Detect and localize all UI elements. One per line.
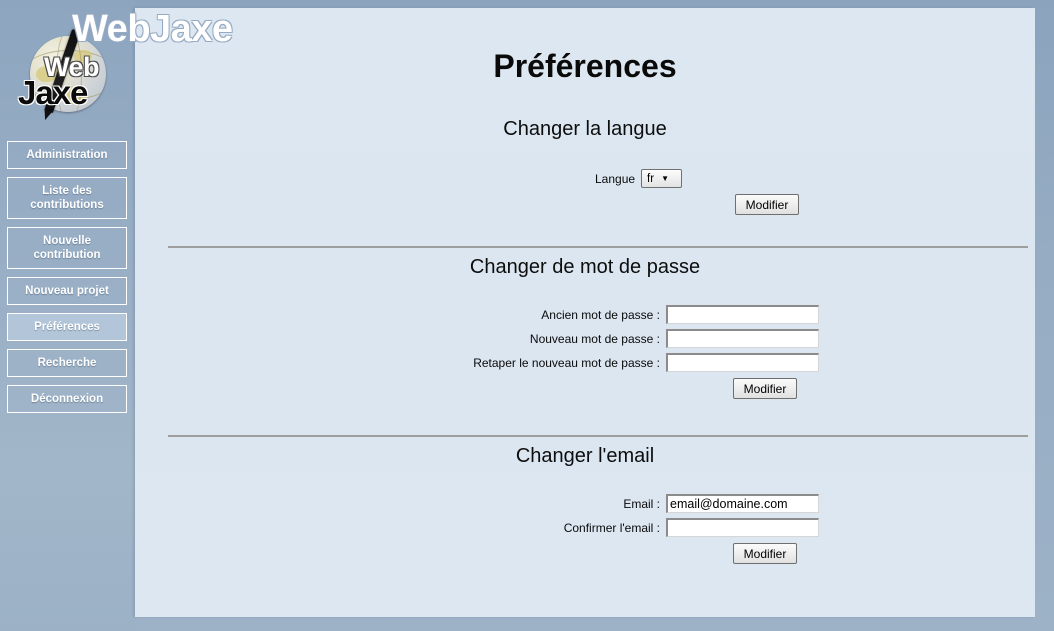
sidebar-item-deconnexion[interactable]: Déconnexion [7,385,127,413]
language-label: Langue [595,172,641,186]
content-panel: Préférences Changer la langue Langue fr … [135,8,1035,617]
email-row: Email : [135,494,1035,513]
language-submit-row: Modifier [135,194,1035,215]
new-password-row: Nouveau mot de passe : [135,329,1035,348]
divider-1 [168,246,1028,248]
application-frame: Web Jaxe Administration Liste des contri… [0,0,1054,631]
sidebar-item-nouveau-projet[interactable]: Nouveau projet [7,277,127,305]
sidebar-item-preferences[interactable]: Préférences [7,313,127,341]
sidebar-item-administration[interactable]: Administration [7,141,127,169]
confirm-email-field[interactable] [666,518,819,537]
sidebar-nav: Administration Liste des contributions N… [7,141,127,421]
logo-word-jaxe: Jaxe [18,74,87,112]
email-submit-row: Modifier [135,543,1035,564]
email-label: Email : [135,497,666,511]
section-changer-mot-de-passe: Changer de mot de passe Ancien mot de pa… [135,256,1035,399]
new-password-label: Nouveau mot de passe : [135,332,666,346]
sidebar-item-recherche[interactable]: Recherche [7,349,127,377]
repeat-password-field[interactable] [666,353,819,372]
old-password-label: Ancien mot de passe : [135,308,666,322]
sidebar-item-nouvelle-contribution[interactable]: Nouvelle contribution [7,227,127,269]
page-title: Préférences [135,48,1035,85]
new-password-field[interactable] [666,329,819,348]
language-select[interactable]: fr ▼ [641,169,682,188]
email-field[interactable] [666,494,819,513]
language-select-value: fr [647,173,654,185]
confirm-email-row: Confirmer l'email : [135,518,1035,537]
old-password-row: Ancien mot de passe : [135,305,1035,324]
modifier-password-button[interactable]: Modifier [733,378,797,399]
section-heading-langue: Changer la langue [135,118,1035,141]
repeat-password-label: Retaper le nouveau mot de passe : [135,356,666,370]
section-changer-la-langue: Changer la langue Langue fr ▼ Modifier [135,118,1035,215]
confirm-email-label: Confirmer l'email : [135,521,666,535]
app-title: WebJaxe [72,8,233,51]
sidebar: Web Jaxe Administration Liste des contri… [0,0,135,631]
section-heading-mot-de-passe: Changer de mot de passe [135,256,1035,279]
section-heading-email: Changer l'email [135,445,1035,468]
sidebar-item-liste-des-contributions[interactable]: Liste des contributions [7,177,127,219]
section-changer-email: Changer l'email Email : Confirmer l'emai… [135,445,1035,564]
modifier-email-button[interactable]: Modifier [733,543,797,564]
language-row: Langue fr ▼ [135,169,1035,188]
modifier-language-button[interactable]: Modifier [735,194,799,215]
repeat-password-row: Retaper le nouveau mot de passe : [135,353,1035,372]
divider-2 [168,435,1028,437]
password-submit-row: Modifier [135,378,1035,399]
chevron-down-icon: ▼ [661,175,669,183]
old-password-field[interactable] [666,305,819,324]
